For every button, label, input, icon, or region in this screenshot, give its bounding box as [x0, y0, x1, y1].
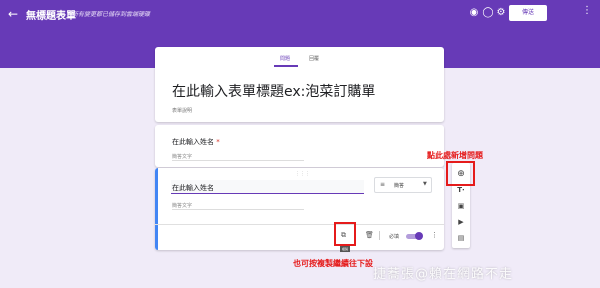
question-label: 在此輸入姓名	[172, 138, 214, 146]
chevron-down-icon: ▼	[423, 181, 427, 187]
answer-line	[172, 160, 304, 161]
save-status: 所有變更都已儲存到雲端硬碟	[72, 11, 151, 18]
tab-bar: 問題 回覆	[155, 47, 444, 67]
back-arrow-icon[interactable]: ←	[8, 6, 18, 22]
answer-line	[172, 209, 304, 210]
active-question-card[interactable]: ⋮⋮⋮ 在此輸入姓名 ≡ 簡答 ▼ 簡答文字 ⧉ 複製 🗑 必填 ⋮	[155, 168, 444, 252]
required-toggle-knob[interactable]	[415, 232, 423, 240]
add-image-icon[interactable]: ▣	[452, 199, 470, 213]
required-label: 必填	[389, 234, 400, 240]
top-bar: ← 無標題表單 所有變更都已儲存到雲端硬碟 ◉ ◯ 傳送 ⋮ ⚙	[0, 0, 600, 28]
tab-questions[interactable]: 問題	[280, 55, 290, 62]
form-description[interactable]: 表單說明	[172, 107, 192, 114]
add-section-icon[interactable]: ▤	[452, 231, 470, 245]
watermark: 捷蕎張@賴在網路不走	[373, 267, 514, 282]
question-type-label: 簡答	[394, 183, 405, 189]
short-answer-icon: ≡	[380, 181, 386, 188]
eye-icon[interactable]: ◯	[482, 7, 494, 19]
more-vert-icon[interactable]: ⋮	[431, 231, 438, 239]
form-name[interactable]: 無標題表單	[26, 7, 76, 22]
form-title-card: 問題 回覆 在此輸入表單標題ex:泡菜訂購單 表單說明	[155, 47, 444, 122]
add-question-annotation: 點此處新增問題	[427, 151, 483, 160]
copy-tooltip: 複製	[340, 246, 350, 252]
tab-responses[interactable]: 回覆	[309, 55, 319, 62]
more-vert-icon[interactable]: ⋮	[582, 5, 592, 16]
answer-placeholder: 簡答文字	[172, 203, 193, 209]
question-title: 在此輸入姓名 *	[172, 137, 220, 147]
question-title-input[interactable]: 在此輸入姓名	[171, 180, 364, 194]
question-card[interactable]: 在此輸入姓名 * 簡答文字	[155, 125, 444, 167]
required-mark: *	[216, 138, 220, 146]
footer-separator	[379, 231, 380, 240]
send-button[interactable]: 傳送	[509, 5, 547, 21]
gear-icon[interactable]: ⚙	[495, 7, 507, 19]
form-title[interactable]: 在此輸入表單標題ex:泡菜訂購單	[172, 81, 375, 101]
palette-icon[interactable]: ◉	[468, 7, 480, 19]
add-question-highlight-box	[446, 161, 475, 186]
add-video-icon[interactable]: ▶	[452, 215, 470, 229]
question-title-value: 在此輸入姓名	[172, 184, 214, 192]
active-indicator	[155, 168, 158, 250]
copy-highlight-box	[334, 222, 356, 246]
copy-annotation: 也可按複製繼續往下設	[293, 259, 373, 268]
footer-divider	[155, 224, 444, 225]
trash-icon[interactable]: 🗑	[365, 231, 374, 239]
answer-placeholder: 簡答文字	[172, 154, 193, 160]
question-type-select[interactable]: ≡ 簡答 ▼	[374, 177, 432, 193]
active-tab-indicator	[274, 65, 298, 67]
drag-handle-icon[interactable]: ⋮⋮⋮	[295, 171, 310, 177]
